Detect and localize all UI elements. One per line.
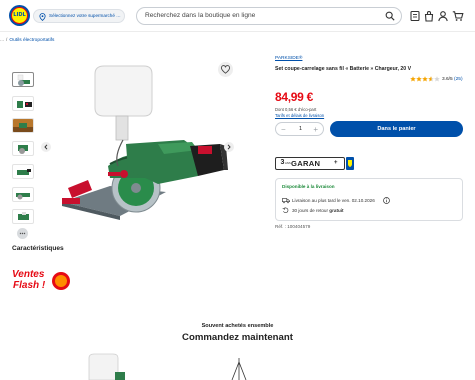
thumbnail-image	[18, 145, 28, 154]
more-icon	[19, 232, 26, 235]
warranty-unit: ANS	[285, 161, 291, 165]
store-selector-label: Sélectionnez votre supermarché Lidl pr..…	[49, 13, 123, 18]
breadcrumb-ellipsis[interactable]: ...	[0, 38, 4, 43]
flash-sales-badge	[52, 272, 70, 290]
eco-tax: Dont 0,56 € d'éco-part	[275, 107, 317, 112]
returns-free: gratuit	[329, 208, 344, 213]
review-count[interactable]: (25)	[454, 77, 463, 82]
shield-icon	[348, 160, 352, 167]
search-input[interactable]: Recherchez dans la boutique en ligne	[136, 7, 402, 25]
product-thumbnail[interactable]	[12, 209, 34, 224]
info-icon[interactable]	[383, 197, 390, 204]
warranty-box: 3 ANS GARAN +	[275, 157, 345, 170]
user-icon[interactable]	[437, 10, 449, 22]
recommendations-title: Commandez maintenant	[182, 332, 293, 343]
lidl-logo[interactable]: LIDL	[9, 5, 30, 26]
search-icon[interactable]	[385, 11, 395, 21]
search-placeholder: Recherchez dans la boutique en ligne	[145, 12, 256, 19]
warranty-badge: 3 ANS GARAN +	[275, 157, 354, 170]
availability-box: Disponible à la livraison Livraison au p…	[275, 178, 463, 221]
rating-stars[interactable]	[410, 76, 440, 82]
recommended-product-image[interactable]	[228, 354, 250, 380]
characteristics-heading[interactable]: Caractéristiques	[12, 245, 64, 252]
product-thumbnail[interactable]	[12, 141, 34, 156]
product-thumbnail[interactable]	[12, 187, 34, 202]
quantity-stepper[interactable]: − 1 +	[275, 122, 324, 136]
product-main-image[interactable]	[48, 60, 238, 236]
quantity-increase-button[interactable]: +	[313, 125, 318, 134]
store-selector[interactable]: Sélectionnez votre supermarché Lidl pr..…	[33, 9, 125, 23]
flash-sales-line1: Ventes	[12, 269, 45, 280]
rating-summary[interactable]: 3.6/5 (25)	[442, 77, 463, 82]
bag-icon[interactable]	[423, 10, 435, 22]
product-price: 84,99 €	[275, 90, 313, 104]
receipt-icon[interactable]	[409, 10, 421, 22]
product-thumbnail[interactable]	[12, 118, 34, 133]
thumbnail-image	[17, 101, 32, 108]
star-icon	[410, 76, 440, 82]
site-header: LIDL Sélectionnez votre supermarché Lidl…	[0, 0, 475, 32]
logo-text: LIDL	[13, 12, 26, 18]
thumbnail-image	[17, 74, 30, 86]
truck-icon	[282, 198, 290, 204]
breadcrumb-separator: /	[6, 38, 8, 43]
returns-info: 30 jours de retour gratuit	[292, 208, 344, 213]
availability-status: Disponible à la livraison	[282, 184, 335, 189]
recommendations-subtitle: Souvent achetés ensemble	[201, 323, 274, 329]
more-thumbnails-button[interactable]	[17, 228, 28, 239]
product-reference: Réf. : 100404579	[275, 224, 311, 229]
thumbnail-image	[18, 212, 29, 220]
location-icon	[39, 13, 46, 21]
add-to-cart-button[interactable]: Dans le panier	[330, 121, 463, 137]
returns-text: 30 jours de retour	[292, 208, 329, 213]
logo-inner: LIDL	[11, 7, 28, 24]
warranty-word: GARAN	[291, 159, 321, 168]
chevron-right-icon	[227, 144, 231, 150]
thumbnail-image	[17, 169, 31, 175]
cart-icon[interactable]	[452, 10, 464, 22]
product-thumbnail[interactable]	[12, 164, 34, 179]
product-title: Set coupe-carrelage sans fil « Batterie …	[275, 66, 412, 72]
flash-sales-logo[interactable]: Ventes Flash !	[12, 269, 72, 299]
breadcrumb-item[interactable]: Outils électroportatifs	[9, 38, 54, 43]
flash-sales-badge-inner	[55, 275, 67, 287]
warranty-flag	[346, 157, 354, 170]
product-thumbnail[interactable]	[12, 96, 34, 111]
next-image-button[interactable]	[224, 142, 234, 152]
delivery-date: Livraison au plus tard le ven. 02.10.202…	[292, 198, 375, 203]
previous-image-button[interactable]	[41, 142, 51, 152]
brand-link[interactable]: PARKSIDE®	[275, 56, 302, 61]
return-icon	[282, 207, 289, 213]
recommended-product-image[interactable]	[85, 352, 125, 380]
shipping-info-link[interactable]: Tarifs et délais de livraison	[275, 113, 324, 118]
thumbnail-image	[13, 119, 33, 132]
product-thumbnail[interactable]	[12, 72, 34, 87]
rating-value: 3.6/5	[442, 77, 453, 82]
flash-sales-line2: Flash !	[13, 280, 46, 291]
heart-icon	[220, 65, 231, 74]
chevron-left-icon	[44, 144, 48, 150]
breadcrumb: ... / Outils électroportatifs	[0, 38, 54, 43]
thumbnail-image	[16, 193, 30, 200]
warranty-plus: +	[334, 160, 338, 166]
wishlist-button[interactable]	[218, 62, 233, 77]
